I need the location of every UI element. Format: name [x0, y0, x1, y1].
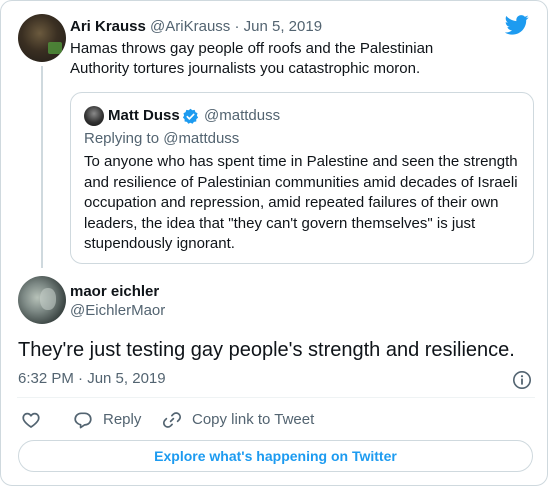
heart-icon [22, 412, 40, 428]
header-separator: · [234, 18, 240, 35]
quoted-author-name: Matt Duss [108, 107, 180, 124]
main-avatar[interactable] [18, 276, 66, 324]
reply-icon [74, 412, 92, 429]
parent-avatar[interactable] [18, 14, 66, 62]
main-tweet-text: They're just testing gay people's streng… [18, 339, 515, 361]
parent-date[interactable]: Jun 5, 2019 [244, 18, 322, 35]
link-icon [162, 412, 182, 428]
explore-twitter-button[interactable]: Explore what's happening on Twitter [18, 440, 533, 472]
tweet-embed-card: Ari Krauss @AriKrauss · Jun 5, 2019 Hama… [0, 0, 548, 486]
twitter-logo-icon[interactable] [505, 15, 529, 35]
reply-label: Reply [103, 411, 142, 428]
main-author-handle[interactable]: @EichlerMaor [70, 301, 165, 321]
quoted-tweet[interactable]: Matt Duss @mattduss Replying to @mattdus… [70, 92, 534, 264]
parent-author-handle[interactable]: @AriKrauss [150, 18, 230, 35]
reply-button[interactable]: Reply [73, 410, 141, 430]
parent-tweet-text: Hamas throws gay people off roofs and th… [70, 40, 434, 77]
quoted-author-handle: @mattduss [204, 107, 281, 124]
parent-tweet-header: Ari Krauss @AriKrauss · Jun 5, 2019 [70, 17, 322, 37]
main-author-name[interactable]: maor eichler [70, 282, 159, 302]
copy-link-button[interactable]: Copy link to Tweet [162, 410, 314, 430]
info-icon[interactable] [512, 370, 532, 390]
quoted-avatar [84, 106, 104, 126]
verified-badge-icon [182, 108, 199, 124]
quoted-tweet-text: To anyone who has spent time in Palestin… [84, 153, 518, 252]
tweet-timestamp[interactable]: 6:32 PM · Jun 5, 2019 [18, 369, 166, 389]
replying-to-label: Replying to @mattduss [84, 130, 240, 147]
divider [17, 397, 535, 398]
copy-link-label: Copy link to Tweet [192, 411, 315, 428]
parent-author-name[interactable]: Ari Krauss [70, 18, 146, 35]
like-button[interactable] [21, 410, 41, 430]
thread-line [41, 66, 43, 268]
